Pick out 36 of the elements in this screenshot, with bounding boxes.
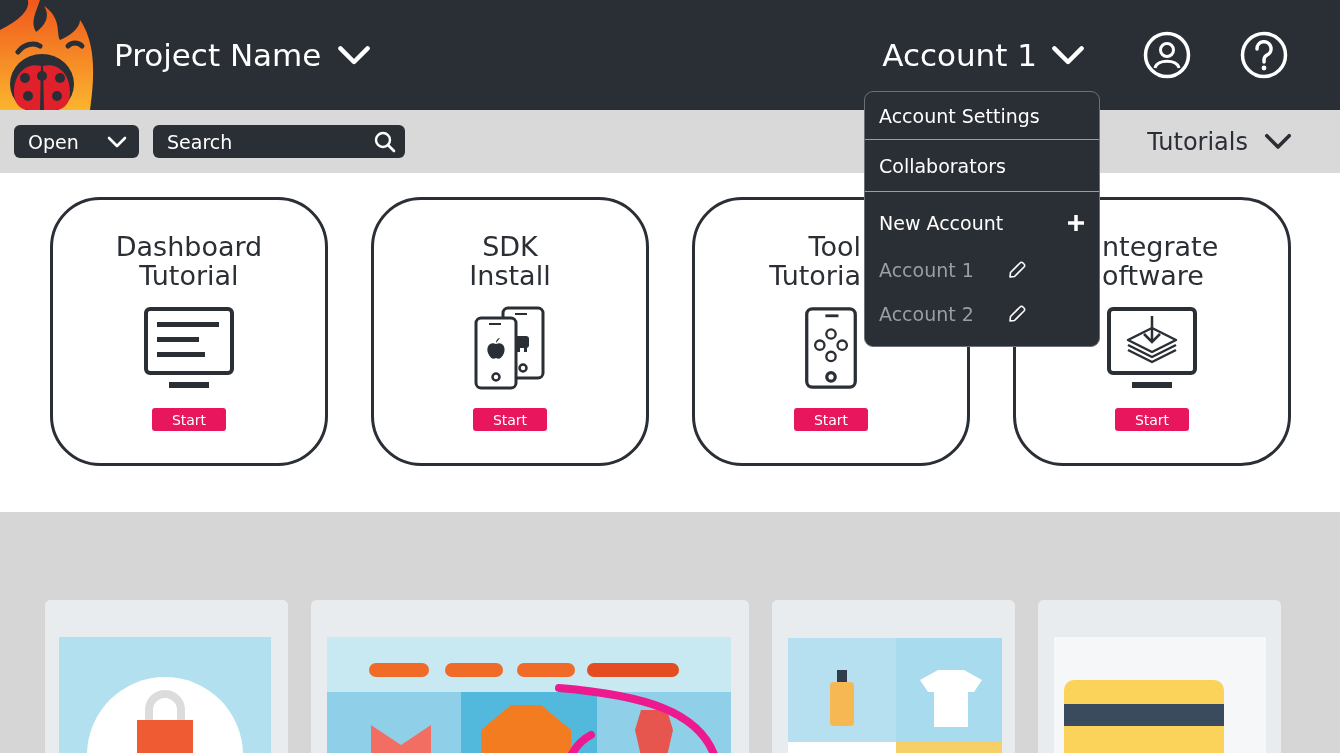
start-button[interactable]: Start: [1115, 408, 1189, 431]
card-title: Install: [469, 261, 551, 290]
phones-icon: [473, 306, 547, 390]
start-button[interactable]: Start: [152, 408, 226, 431]
chevron-down-icon: [337, 44, 372, 66]
help-icon[interactable]: [1240, 31, 1288, 79]
monitor-icon: [143, 306, 235, 390]
open-dropdown[interactable]: Open: [14, 125, 139, 158]
chevron-down-icon: [107, 135, 127, 148]
download-monitor-icon: [1106, 306, 1198, 390]
remote-control-icon: [803, 306, 859, 390]
menu-item[interactable]: Account Settings: [879, 104, 1040, 127]
tutorials-dropdown[interactable]: Tutorials: [1147, 127, 1292, 156]
menu-item[interactable]: Collaborators: [879, 154, 1007, 177]
pencil-icon[interactable]: [1007, 304, 1027, 324]
card-title: Tutorial: [139, 261, 239, 290]
menu-item[interactable]: Account 1: [879, 259, 974, 281]
chevron-down-icon: [1264, 133, 1292, 150]
search-icon[interactable]: [374, 131, 396, 153]
pencil-icon[interactable]: [1007, 260, 1027, 280]
menu-item[interactable]: Account 2: [879, 303, 974, 325]
user-icon[interactable]: [1143, 31, 1191, 79]
plus-icon[interactable]: [1067, 214, 1085, 232]
account-dropdown[interactable]: Account 1: [882, 37, 1085, 73]
card-title: ntegrate: [1102, 232, 1219, 261]
search-field[interactable]: Search: [153, 125, 405, 158]
start-button[interactable]: Start: [794, 408, 868, 431]
card-title: SDK: [482, 232, 538, 261]
project-dropdown[interactable]: Project Name: [114, 37, 372, 73]
card-title: oftware: [1102, 261, 1204, 290]
chevron-down-icon: [1051, 44, 1085, 66]
card-title: Tool: [808, 232, 861, 261]
menu-item[interactable]: New Account: [879, 212, 1004, 234]
card-title: Dashboard: [115, 232, 263, 261]
start-button[interactable]: Start: [473, 408, 547, 431]
card-title: Tutoria: [769, 261, 861, 290]
